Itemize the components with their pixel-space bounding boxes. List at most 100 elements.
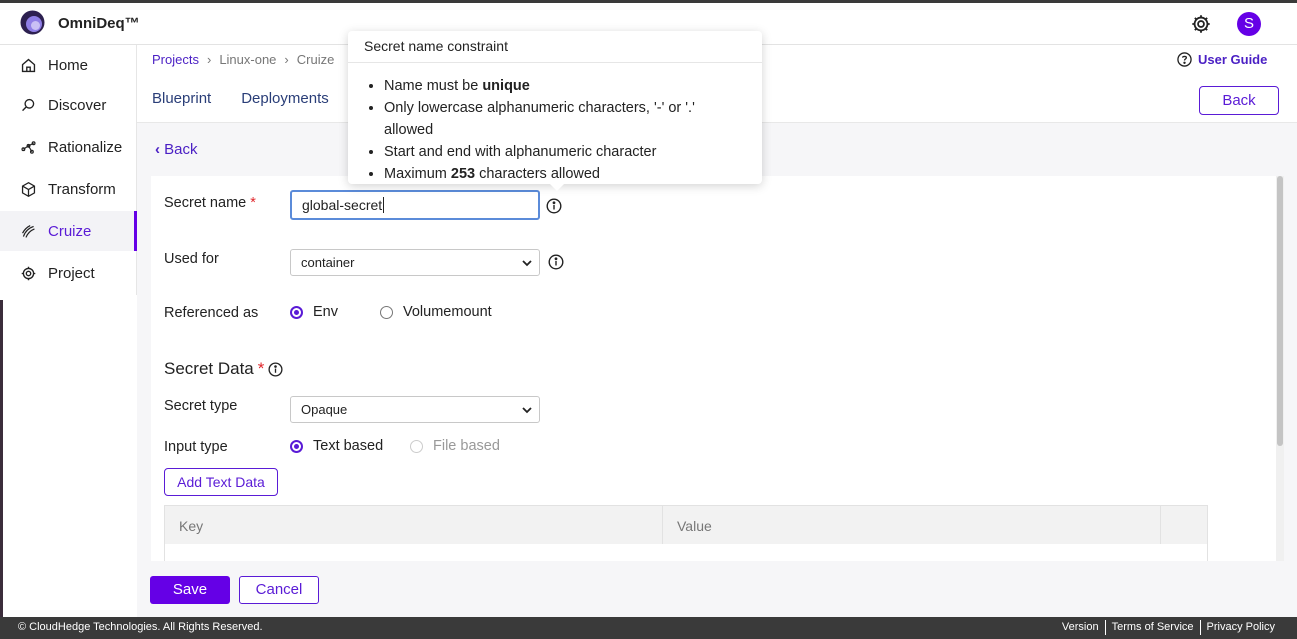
tooltip-rule: Only lowercase alphanumeric characters, … bbox=[384, 97, 746, 141]
home-icon bbox=[21, 58, 36, 72]
footer-link-version[interactable]: Version bbox=[1056, 620, 1105, 635]
used-for-select[interactable]: container bbox=[290, 249, 540, 276]
radio-dot bbox=[290, 439, 303, 453]
user-guide-link[interactable]: User Guide bbox=[1177, 52, 1267, 67]
radio-dot bbox=[410, 439, 423, 453]
sidebar-item-label: Discover bbox=[48, 96, 107, 114]
secret-data-table: Key Value bbox=[164, 505, 1208, 561]
breadcrumb-separator-icon: › bbox=[284, 52, 289, 67]
required-mark: * bbox=[257, 359, 265, 378]
breadcrumb-cruize: Cruize bbox=[296, 52, 335, 67]
text-cursor bbox=[383, 197, 385, 213]
sidebar-item-label: Transform bbox=[48, 180, 116, 198]
tooltip-rule: Start and end with alphanumeric characte… bbox=[384, 141, 746, 163]
info-icon[interactable] bbox=[546, 198, 562, 214]
footer-link-terms[interactable]: Terms of Service bbox=[1104, 620, 1200, 635]
tooltip-rule: Name must be unique bbox=[384, 75, 746, 97]
secret-type-label: Secret type bbox=[164, 398, 238, 414]
rule-bold: 253 bbox=[450, 166, 476, 182]
tabs: Blueprint Deployments bbox=[152, 90, 329, 107]
rule-text: Maximum bbox=[384, 166, 451, 182]
secret-name-label: Secret name * bbox=[164, 195, 256, 211]
help-circle-icon bbox=[1177, 52, 1192, 67]
chevron-down-icon bbox=[522, 260, 532, 267]
discover-icon bbox=[22, 98, 35, 111]
input-type-label: Input type bbox=[164, 439, 228, 455]
cruize-icon bbox=[22, 224, 35, 238]
tooltip-rule: Maximum 253 characters allowed bbox=[384, 163, 746, 185]
sidebar-item-transform[interactable]: Transform bbox=[0, 169, 137, 209]
radio-dot bbox=[380, 305, 393, 319]
referenced-as-label: Referenced as bbox=[164, 305, 259, 321]
used-for-label: Used for bbox=[164, 251, 219, 267]
footer-copyright: © CloudHedge Technologies. All Rights Re… bbox=[18, 621, 263, 633]
sidebar-item-label: Project bbox=[48, 264, 95, 282]
tooltip-title: Secret name constraint bbox=[348, 31, 762, 63]
sidebar-item-project[interactable]: Project bbox=[0, 253, 137, 293]
scrollbar[interactable] bbox=[1276, 176, 1284, 561]
rule-text: Name must be bbox=[384, 78, 483, 94]
back-link[interactable]: ‹ Back bbox=[155, 141, 198, 158]
sidebar-item-label: Cruize bbox=[48, 222, 92, 240]
scrollbar-thumb[interactable] bbox=[1277, 176, 1283, 446]
info-icon[interactable] bbox=[268, 361, 283, 377]
radio-file-based[interactable]: File based bbox=[410, 438, 500, 454]
omnideq-logo-icon[interactable] bbox=[20, 10, 45, 35]
radio-env[interactable]: Env bbox=[290, 304, 338, 320]
save-button[interactable]: Save bbox=[150, 576, 230, 604]
radio-env-label: Env bbox=[313, 304, 338, 320]
radio-text-based[interactable]: Text based bbox=[290, 438, 383, 454]
user-avatar[interactable]: S bbox=[1237, 12, 1261, 36]
back-button[interactable]: Back bbox=[1199, 86, 1279, 115]
secret-data-title-text: Secret Data bbox=[164, 359, 254, 378]
used-for-value: container bbox=[301, 255, 355, 270]
left-edge-strip bbox=[0, 300, 3, 617]
table-header-value: Value bbox=[663, 506, 1161, 544]
footer: © CloudHedge Technologies. All Rights Re… bbox=[0, 617, 1297, 639]
sidebar-item-label: Home bbox=[48, 56, 89, 74]
sidebar-item-label: Rationalize bbox=[48, 138, 123, 156]
radio-volumemount-label: Volumemount bbox=[403, 304, 492, 320]
rationalize-icon bbox=[21, 140, 36, 154]
tab-deployments[interactable]: Deployments bbox=[241, 90, 329, 107]
radio-dot bbox=[290, 305, 303, 319]
footer-link-privacy[interactable]: Privacy Policy bbox=[1199, 620, 1281, 635]
info-icon[interactable] bbox=[548, 254, 564, 270]
secret-name-tooltip: Secret name constraint Name must be uniq… bbox=[348, 31, 762, 191]
secret-data-title: Secret Data * bbox=[164, 359, 283, 379]
breadcrumb-linux-one[interactable]: Linux-one bbox=[219, 52, 276, 67]
sidebar-item-cruize[interactable]: Cruize bbox=[0, 211, 137, 251]
required-mark: * bbox=[250, 195, 256, 211]
chevron-down-icon bbox=[522, 407, 532, 414]
chevron-left-icon: ‹ bbox=[155, 141, 160, 158]
back-link-label: Back bbox=[164, 141, 198, 158]
table-header-key: Key bbox=[165, 506, 663, 544]
secret-name-value: global-secret bbox=[302, 197, 383, 213]
user-guide-label: User Guide bbox=[1198, 52, 1268, 67]
secret-type-select[interactable]: Opaque bbox=[290, 396, 540, 423]
secret-name-input[interactable]: global-secret bbox=[290, 190, 540, 220]
radio-text-based-label: Text based bbox=[313, 438, 384, 454]
secret-name-label-text: Secret name bbox=[164, 195, 247, 211]
gear-icon bbox=[21, 266, 36, 280]
breadcrumb-projects[interactable]: Projects bbox=[152, 52, 199, 67]
secret-form-card: Secret name * global-secret Used for con… bbox=[151, 176, 1281, 561]
cancel-button[interactable]: Cancel bbox=[239, 576, 319, 604]
radio-file-based-label: File based bbox=[433, 438, 500, 454]
secret-type-value: Opaque bbox=[301, 402, 348, 417]
breadcrumb-separator-icon: › bbox=[206, 52, 212, 67]
rule-bold: unique bbox=[482, 78, 530, 94]
sidebar: Home Discover Rationalize Transform Crui… bbox=[0, 45, 137, 295]
sidebar-item-discover[interactable]: Discover bbox=[0, 85, 137, 125]
sidebar-item-home[interactable]: Home bbox=[0, 45, 137, 85]
tooltip-rules: Name must be unique Only lowercase alpha… bbox=[348, 63, 762, 185]
sidebar-item-rationalize[interactable]: Rationalize bbox=[0, 127, 137, 167]
add-text-data-button[interactable]: Add Text Data bbox=[164, 468, 278, 496]
tab-blueprint[interactable]: Blueprint bbox=[152, 90, 211, 107]
footer-links: Version Terms of Service Privacy Policy bbox=[1056, 620, 1281, 635]
rule-text: characters allowed bbox=[475, 166, 600, 182]
settings-gear-icon[interactable] bbox=[1190, 13, 1212, 35]
breadcrumb: Projects › Linux-one › Cruize bbox=[152, 52, 334, 67]
cube-icon bbox=[21, 181, 36, 197]
radio-volumemount[interactable]: Volumemount bbox=[380, 304, 492, 320]
